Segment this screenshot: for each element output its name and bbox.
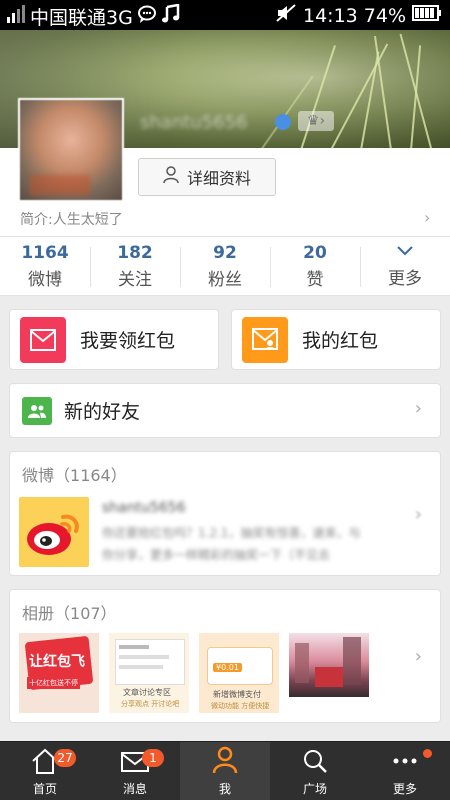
chevron-right-icon: › (424, 208, 431, 227)
stat-more-label: 更多 (388, 269, 422, 289)
crown-icon[interactable]: ♛› (298, 111, 334, 131)
stat-followers-label: 粉丝 (208, 269, 242, 290)
weibo-logo-icon (19, 497, 89, 567)
verified-badge-icon (275, 114, 291, 130)
album-thumb-3-caption: 新增微博支付 (213, 690, 261, 699)
album-thumb-1-sub: 十亿红包送不停 (27, 677, 80, 689)
friends-icon (22, 396, 52, 425)
battery-icon (412, 4, 442, 27)
profile-detail-label: 详细资料 (186, 169, 251, 188)
profile-detail-button[interactable]: 详细资料 (138, 158, 276, 196)
weibo-post-snippet-line1: 你还要抢红包吗？1.2.1，抽奖有惊喜，速来，与 (102, 526, 361, 540)
clock-label: 14:13 (303, 4, 358, 27)
stat-following-label: 关注 (118, 269, 152, 290)
signal-icon (6, 4, 26, 29)
chat-icon (137, 4, 157, 29)
weibo-section[interactable]: 微博（1164） shantu5656 你还要抢红包吗？1.2.1，抽奖有惊喜，… (9, 451, 441, 576)
bottom-tab-bar: 27 首页 1 消息 我 广场 更多 (0, 741, 450, 800)
envelope-icon (20, 316, 66, 363)
avatar-overlay (30, 175, 90, 195)
stat-weibo-count: 1164 (21, 242, 69, 263)
stat-weibo[interactable]: 1164 微博 (0, 237, 90, 295)
stat-followers-count: 92 (213, 242, 237, 263)
tab-me-label: 我 (218, 782, 231, 796)
album-thumb-2-caption: 文章讨论专区 (123, 688, 171, 697)
messages-badge: 1 (142, 749, 164, 767)
stat-following-count: 182 (117, 242, 153, 263)
stat-more[interactable]: 更多 (360, 237, 450, 295)
album-thumb-2-sub: 分享观点 开讨论吧 (121, 700, 180, 708)
tab-discover[interactable]: 广场 (270, 742, 360, 800)
status-bar: 中国联通3G 14:13 74% (0, 0, 450, 30)
album-thumb-3-amount: ¥0.01 (213, 663, 242, 672)
weibo-section-title: 微博（1164） (22, 466, 127, 485)
notification-dot-icon (423, 749, 432, 758)
my-red-packet-button[interactable]: 我的红包 (231, 309, 441, 370)
get-red-packet-button[interactable]: 我要领红包 (9, 309, 219, 370)
mute-icon (275, 3, 297, 28)
tab-home-label: 首页 (32, 782, 57, 796)
stat-weibo-label: 微博 (28, 269, 62, 290)
search-icon (300, 747, 330, 780)
album-thumb-2[interactable]: 文章讨论专区 分享观点 开讨论吧 (109, 633, 189, 713)
tab-me[interactable]: 我 (180, 742, 270, 800)
weibo-post-author: shantu5656 (102, 500, 186, 516)
tab-messages-label: 消息 (122, 782, 147, 796)
carrier-label: 中国联通3G (30, 7, 133, 29)
chevron-right-icon: › (414, 398, 422, 419)
stat-following[interactable]: 182 关注 (90, 237, 180, 295)
new-friends-row[interactable]: 新的好友 › (9, 383, 441, 438)
more-dots-icon (390, 747, 420, 780)
album-thumb-3[interactable]: ¥0.01 新增微博支付 微动功能 方便快捷 (199, 633, 279, 713)
new-friends-label: 新的好友 (64, 401, 141, 423)
nickname: shantu5656 (140, 112, 248, 133)
chevron-down-icon (396, 243, 414, 262)
user-icon (163, 166, 179, 188)
chevron-right-icon: › (414, 646, 422, 667)
weibo-post-snippet-line2: 你分享，更多一样精彩的抽奖一下（不见去 (102, 548, 331, 562)
album-thumb-1-caption: 让红包飞 (29, 654, 85, 670)
album-section-title: 相册（107） (22, 604, 117, 623)
album-thumb-1[interactable]: 让红包飞 十亿红包送不停 (19, 633, 99, 713)
tab-home[interactable]: 27 首页 (0, 742, 90, 800)
music-icon (161, 3, 181, 29)
get-red-packet-label: 我要领红包 (80, 330, 176, 352)
tab-messages[interactable]: 1 消息 (90, 742, 180, 800)
album-thumb-4[interactable] (289, 633, 369, 697)
stat-likes[interactable]: 20 赞 (270, 237, 360, 295)
tab-more-label: 更多 (392, 782, 417, 796)
chevron-right-icon: › (414, 504, 422, 525)
stats-bar: 1164 微博 182 关注 92 粉丝 20 赞 更多 (0, 236, 450, 296)
my-red-packet-label: 我的红包 (302, 330, 379, 352)
bio-text[interactable]: 简介:人生太短了 (20, 209, 123, 229)
battery-label: 74% (363, 4, 406, 27)
tab-more[interactable]: 更多 (360, 742, 450, 800)
stat-likes-label: 赞 (306, 269, 324, 290)
stat-likes-count: 20 (303, 242, 327, 263)
album-section[interactable]: 相册（107） 让红包飞 十亿红包送不停 文章讨论专区 分享观点 开讨论吧 ¥0… (9, 589, 441, 723)
album-thumb-3-sub: 微动功能 方便快捷 (211, 702, 270, 710)
user-icon (210, 745, 240, 780)
red-packet-user-icon (242, 316, 288, 363)
home-badge: 27 (54, 749, 76, 767)
stat-followers[interactable]: 92 粉丝 (180, 237, 270, 295)
tab-discover-label: 广场 (302, 782, 327, 796)
